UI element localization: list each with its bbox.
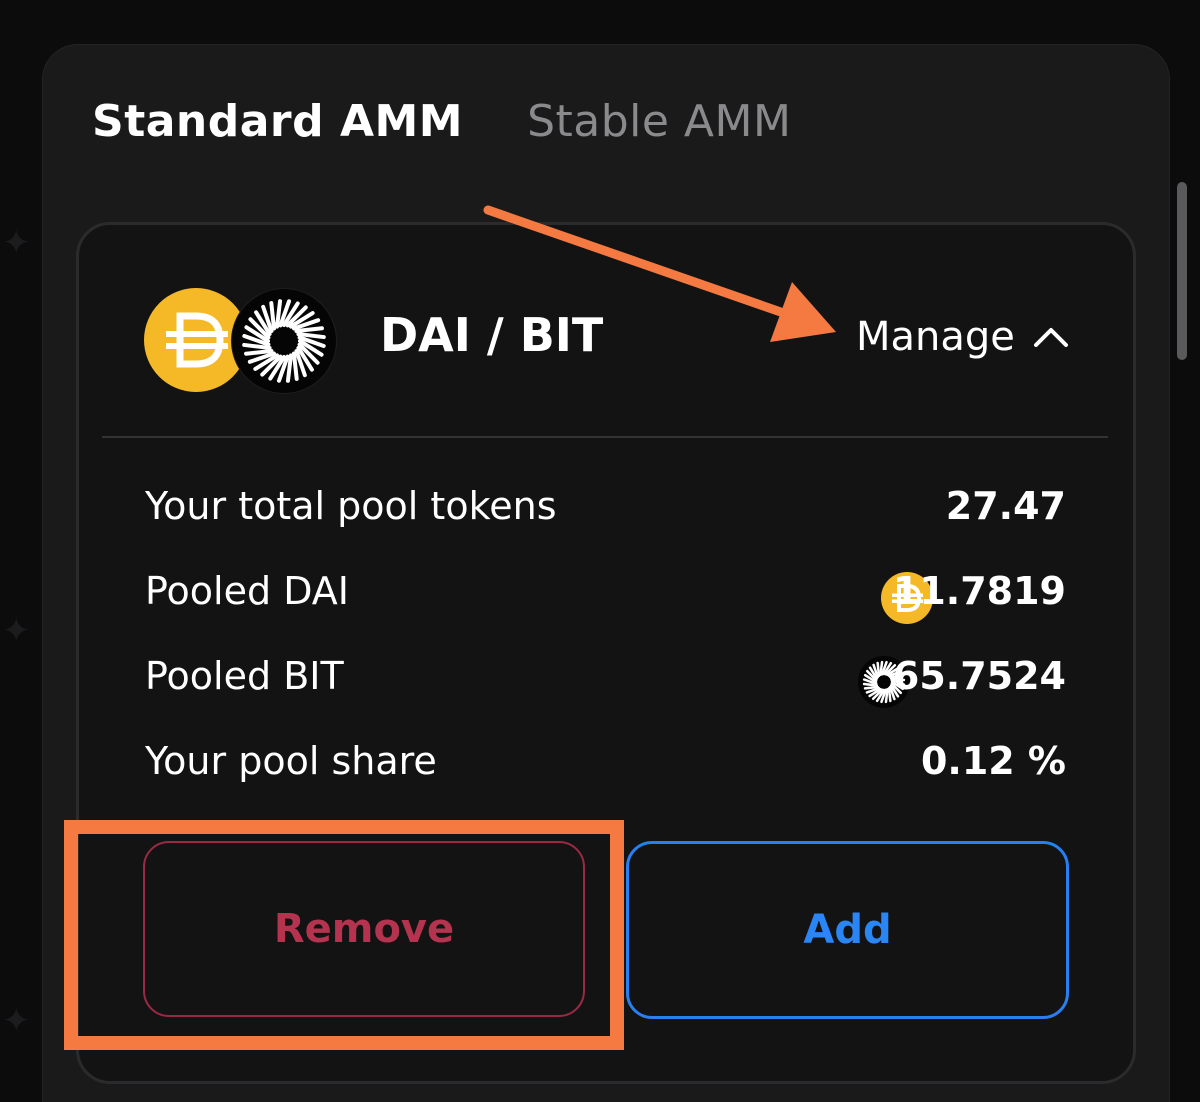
app-screen: ✦ ✦ ✦ Standard AMM Stable AMM DAI / BIT … (0, 0, 1200, 1102)
annotation-arrow-icon (483, 205, 836, 342)
manage-toggle[interactable]: Manage (856, 314, 1069, 360)
pooled-bit-value: 65.7524 (892, 654, 1066, 698)
add-button-label: Add (803, 907, 892, 953)
chevron-up-icon (1033, 328, 1068, 347)
tab-stable-amm[interactable]: Stable AMM (527, 96, 791, 147)
pooled-bit-label: Pooled BIT (145, 654, 344, 698)
scrollbar-thumb[interactable] (1177, 182, 1187, 360)
amm-tabs: Standard AMM Stable AMM (92, 96, 791, 147)
pooled-dai-label: Pooled DAI (145, 569, 349, 613)
sparkle-decoration-icon: ✦ (2, 223, 31, 263)
sparkle-decoration-icon: ✦ (2, 1001, 31, 1041)
add-button[interactable]: Add (626, 841, 1069, 1019)
bit-token-icon (231, 288, 337, 394)
pool-share-label: Your pool share (145, 739, 437, 783)
total-pool-tokens-value: 27.47 (945, 484, 1066, 528)
pool-share-value: 0.12 % (920, 739, 1066, 783)
total-pool-tokens-label: Your total pool tokens (145, 484, 557, 528)
sparkle-decoration-icon: ✦ (2, 611, 31, 651)
card-divider (102, 436, 1108, 438)
annotation-highlight-box (64, 820, 624, 1050)
pooled-dai-value: 11.7819 (892, 569, 1066, 613)
tab-standard-amm[interactable]: Standard AMM (92, 96, 463, 147)
